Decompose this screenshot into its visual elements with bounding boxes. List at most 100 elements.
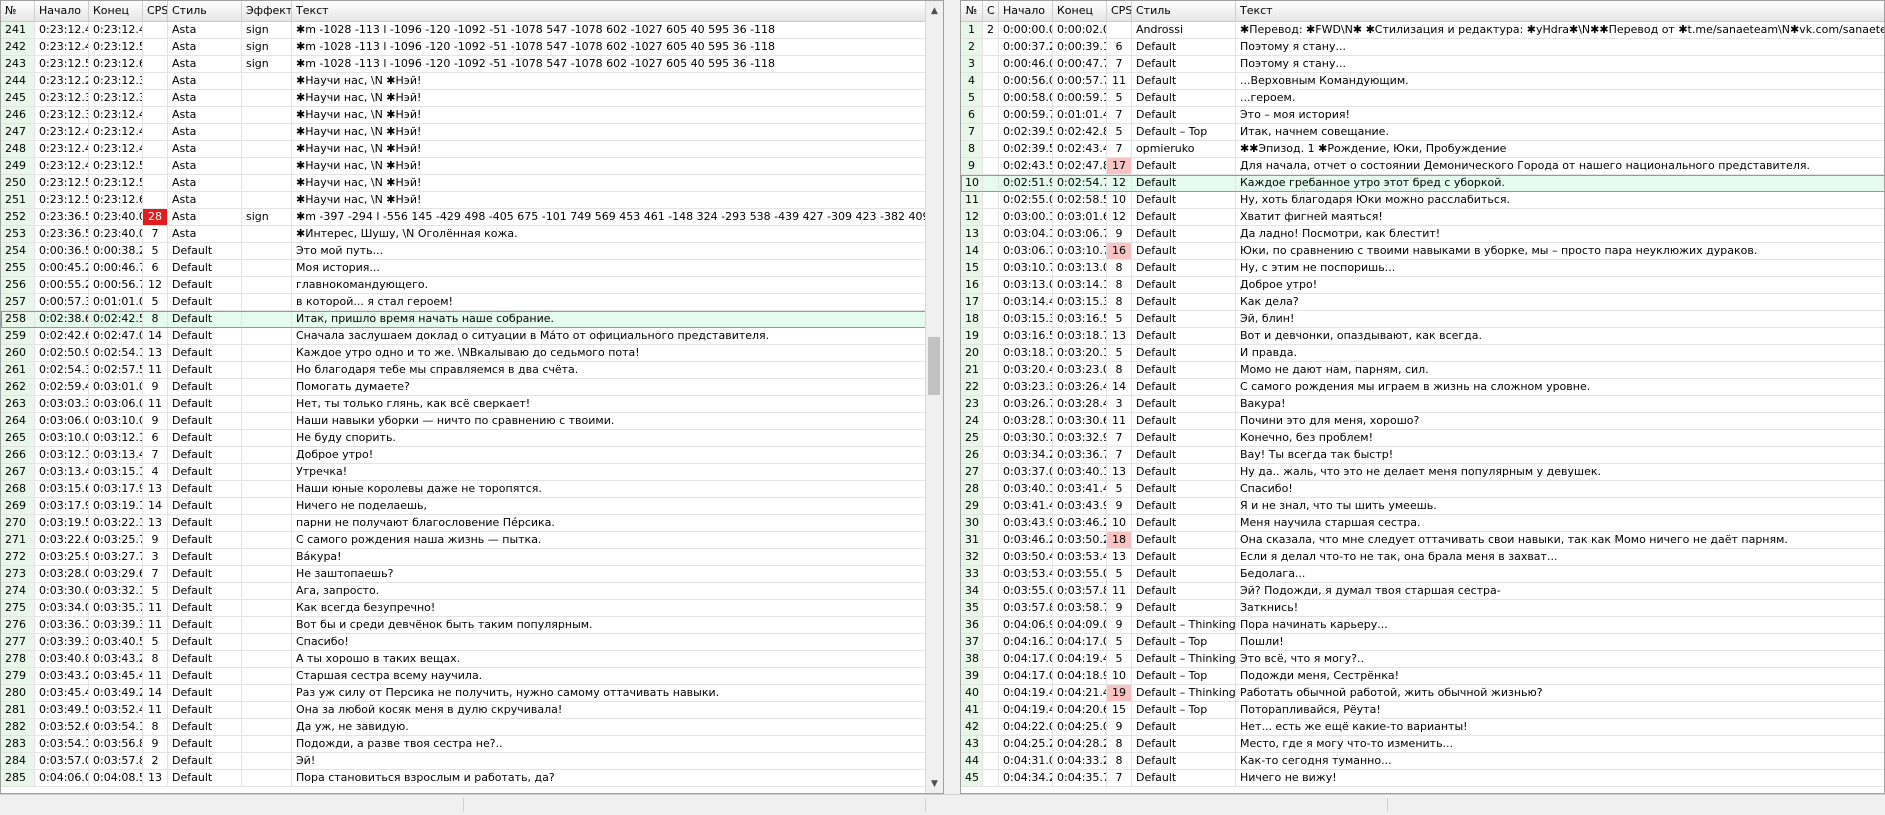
subtitle-row[interactable]: 7 0:02:39.580:02:42.885Default – TopИтак,… bbox=[961, 124, 1884, 141]
subtitle-row[interactable]: 2720:03:25.980:03:27.703Default Вáкура! bbox=[1, 549, 932, 566]
subtitle-row[interactable]: 2820:03:52.600:03:54.188Default Да уж, не… bbox=[1, 719, 932, 736]
subtitle-row[interactable]: 18 0:03:15.330:03:16.505DefaultЭй, блин! bbox=[961, 311, 1884, 328]
header-style[interactable]: Стиль bbox=[1132, 1, 1236, 21]
header-text[interactable]: Текст bbox=[1236, 1, 1884, 21]
header-layer[interactable]: С bbox=[983, 1, 999, 21]
subtitle-row[interactable]: 2650:03:10.040:03:12.156Default Не буду с… bbox=[1, 430, 932, 447]
subtitle-row[interactable]: 50:00:58.080:00:59.175Default...героем. bbox=[961, 90, 1884, 107]
subtitle-row[interactable]: 2510:23:12.570:23:12.66 Asta ✱Научи нас, \… bbox=[1, 192, 932, 209]
subtitle-row[interactable]: 13 0:03:04.130:03:06.799DefaultДа ладно! … bbox=[961, 226, 1884, 243]
header-cps[interactable]: CPS bbox=[143, 1, 168, 21]
subtitle-row[interactable]: 41 0:04:19.420:04:20.6215Default – TopПот… bbox=[961, 702, 1884, 719]
subtitle-row[interactable]: 2550:00:45.260:00:46.746Default Моя истор… bbox=[1, 260, 932, 277]
subtitle-row[interactable]: 25 0:03:30.750:03:32.967DefaultКонечно, б… bbox=[961, 430, 1884, 447]
subtitle-row[interactable]: 43 0:04:25.290:04:28.258DefaultМесто, где… bbox=[961, 736, 1884, 753]
header-cps[interactable]: CPS bbox=[1107, 1, 1132, 21]
subtitle-row[interactable]: 2660:03:12.150:03:13.477Default Доброе ут… bbox=[1, 447, 932, 464]
subtitle-row[interactable]: 2830:03:54.180:03:56.859Default Подожди, … bbox=[1, 736, 932, 753]
subtitle-row[interactable]: 2420:23:12.490:23:12.53 Astasign✱m -1028 … bbox=[1, 39, 932, 56]
subtitle-row[interactable]: 2540:00:36.580:00:38.295Default Это мой п… bbox=[1, 243, 932, 260]
subtitle-row[interactable]: 2700:03:19.580:03:22.1113Default парни не… bbox=[1, 515, 932, 532]
scroll-down-icon[interactable]: ▼ bbox=[926, 776, 943, 793]
subtitle-row[interactable]: 37 0:04:16.130:04:17.085Default – TopПошл… bbox=[961, 634, 1884, 651]
subtitle-row[interactable]: 17 0:03:14.460:03:15.338DefaultКак дела? bbox=[961, 294, 1884, 311]
subtitle-row[interactable]: 2770:03:39.380:03:40.595Default Спасибо! bbox=[1, 634, 932, 651]
subtitle-row[interactable]: 2580:02:38.610:02:42.528Default Итак, при… bbox=[1, 311, 932, 328]
subtitle-row[interactable]: 2760:03:36.180:03:39.3811Default Вот бы и… bbox=[1, 617, 932, 634]
subtitle-row[interactable]: 22 0:03:23.380:03:26.4614DefaultС самого … bbox=[961, 379, 1884, 396]
subtitle-row[interactable]: 33 0:03:53.420:03:55.005DefaultБедолага..… bbox=[961, 566, 1884, 583]
left-scroll-thumb[interactable] bbox=[928, 337, 940, 395]
subtitle-row[interactable]: 2730:03:28.020:03:29.667Default Не заштоп… bbox=[1, 566, 932, 583]
subtitle-row[interactable]: 20 0:03:18.750:03:20.135DefaultИ правда. bbox=[961, 345, 1884, 362]
subtitle-row[interactable]: 28 0:03:40.170:03:41.465DefaultСпасибо! bbox=[961, 481, 1884, 498]
left-subtitle-grid[interactable]: № Начало Конец CPS Стиль Эффект Текст 24… bbox=[1, 1, 932, 787]
subtitle-row[interactable]: 2780:03:40.840:03:43.288Default А ты хоро… bbox=[1, 651, 932, 668]
subtitle-row[interactable]: 38 0:04:17.080:04:19.425Default – Thinkin… bbox=[961, 651, 1884, 668]
header-start[interactable]: Начало bbox=[35, 1, 89, 21]
header-start[interactable]: Начало bbox=[999, 1, 1053, 21]
subtitle-row[interactable]: 31 0:03:46.290:03:50.2118DefaultОна сказа… bbox=[961, 532, 1884, 549]
subtitle-row[interactable]: 2750:03:34.090:03:35.7411Default Как всег… bbox=[1, 600, 932, 617]
subtitle-row[interactable]: 15 0:03:10.790:03:13.048DefaultНу, с этим… bbox=[961, 260, 1884, 277]
header-effect[interactable]: Эффект bbox=[242, 1, 292, 21]
subtitle-row[interactable]: 2610:02:54.320:02:57.5811Default Но благо… bbox=[1, 362, 932, 379]
subtitle-row[interactable]: 26 0:03:34.210:03:36.717DefaultВау! Ты вс… bbox=[961, 447, 1884, 464]
subtitle-row[interactable]: 39 0:04:17.080:04:18.9510Default – TopПод… bbox=[961, 668, 1884, 685]
header-end[interactable]: Конец bbox=[89, 1, 143, 21]
header-number[interactable]: № bbox=[1, 1, 35, 21]
subtitle-row[interactable]: 24 0:03:28.790:03:30.6311DefaultПочини эт… bbox=[961, 413, 1884, 430]
header-text[interactable]: Текст bbox=[292, 1, 932, 21]
subtitle-row[interactable]: 2670:03:13.470:03:15.184Default Утречка! bbox=[1, 464, 932, 481]
subtitle-row[interactable]: 120:03:00.170:03:01.6712DefaultХватит фи… bbox=[961, 209, 1884, 226]
subtitle-row[interactable]: 2490:23:12.490:23:12.53 Asta ✱Научи нас, \… bbox=[1, 158, 932, 175]
subtitle-row[interactable]: 35 0:03:57.880:03:58.719DefaultЗаткнись! bbox=[961, 600, 1884, 617]
subtitle-row[interactable]: 2840:03:57.020:03:57.872Default Эй! bbox=[1, 753, 932, 770]
subtitle-row[interactable]: 27 0:03:37.000:03:40.1713DefaultНу да.. ж… bbox=[961, 464, 1884, 481]
subtitle-row[interactable]: 3 0:00:46.040:00:47.717DefaultПоэтому я с… bbox=[961, 56, 1884, 73]
scroll-up-icon[interactable]: ▲ bbox=[926, 3, 943, 20]
subtitle-row[interactable]: 2790:03:43.280:03:45.4411Default Старшая … bbox=[1, 668, 932, 685]
subtitle-row[interactable]: 9 0:02:43.500:02:47.8817DefaultДля начала… bbox=[961, 158, 1884, 175]
header-style[interactable]: Стиль bbox=[168, 1, 242, 21]
subtitle-row[interactable]: 2850:04:06.080:04:08.5313Default Пора ста… bbox=[1, 770, 932, 787]
subtitle-row[interactable]: 4 0:00:56.040:00:57.7111Default...Верховн… bbox=[961, 73, 1884, 90]
subtitle-row[interactable]: 34 0:03:55.000:03:57.8811DefaultЭй? Подож… bbox=[961, 583, 1884, 600]
subtitle-row[interactable]: 40 0:04:19.420:04:21.4219Default – Thinki… bbox=[961, 685, 1884, 702]
subtitle-row[interactable]: 2480:23:12.450:23:12.49 Asta ✱Научи нас, \… bbox=[1, 141, 932, 158]
subtitle-row[interactable]: 2740:03:30.000:03:32.125Default Ага, запр… bbox=[1, 583, 932, 600]
subtitle-row[interactable]: 2810:03:49.580:03:52.4311Default Она за л… bbox=[1, 702, 932, 719]
subtitle-row[interactable]: 2470:23:12.410:23:12.45 Asta ✱Научи нас, \… bbox=[1, 124, 932, 141]
subtitle-row[interactable]: 2460:23:12.360:23:12.41 Asta ✱Научи нас, \… bbox=[1, 107, 932, 124]
subtitle-row[interactable]: 19 0:03:16.500:03:18.7513DefaultВот и дев… bbox=[961, 328, 1884, 345]
subtitle-row[interactable]: 2570:00:57.300:01:01.015Default в которой… bbox=[1, 294, 932, 311]
subtitle-row[interactable]: 16 0:03:13.040:03:14.178DefaultДоброе утр… bbox=[961, 277, 1884, 294]
subtitle-row[interactable]: 29 0:03:41.460:03:43.929DefaultЯ и не зна… bbox=[961, 498, 1884, 515]
subtitle-row[interactable]: 44 0:04:31.000:04:33.218DefaultКак-то сег… bbox=[961, 753, 1884, 770]
subtitle-row[interactable]: 2600:02:50.980:02:54.1613Default Каждое у… bbox=[1, 345, 932, 362]
subtitle-row[interactable]: 2450:23:12.320:23:12.36 Asta ✱Научи нас, \… bbox=[1, 90, 932, 107]
subtitle-row[interactable]: 2620:02:59.440:03:01.049Default Помогать … bbox=[1, 379, 932, 396]
right-subtitle-grid[interactable]: № С Начало Конец CPS Стиль Текст 1 2 0:00:… bbox=[961, 1, 1884, 787]
subtitle-row[interactable]: 2710:03:22.680:03:25.739Default С самого … bbox=[1, 532, 932, 549]
subtitle-row[interactable]: 2800:03:45.440:03:49.2214Default Раз уж с… bbox=[1, 685, 932, 702]
subtitle-row[interactable]: 2 0:00:37.250:00:39.136DefaultПоэтому я с… bbox=[961, 39, 1884, 56]
subtitle-row[interactable]: 2630:03:03.360:03:06.0611Default Нет, ты … bbox=[1, 396, 932, 413]
subtitle-row[interactable]: 36 0:04:06.960:04:09.049Default – Thinkin… bbox=[961, 617, 1884, 634]
subtitle-row[interactable]: 2680:03:15.680:03:17.9413Default Наши юны… bbox=[1, 481, 932, 498]
header-number[interactable]: № bbox=[961, 1, 983, 21]
left-vertical-scrollbar[interactable]: ▲ ▼ bbox=[925, 1, 943, 793]
subtitle-row[interactable]: 2640:03:06.060:03:10.029Default Наши навы… bbox=[1, 413, 932, 430]
subtitle-row[interactable]: 2560:00:55.280:00:56.7512Default главноко… bbox=[1, 277, 932, 294]
subtitle-row[interactable]: 2440:23:12.280:23:12.32 Asta ✱Научи нас, \… bbox=[1, 73, 932, 90]
pane-splitter[interactable] bbox=[944, 0, 960, 794]
subtitle-row[interactable]: 2530:23:36.560:23:40.067Asta ✱Интерес, Шу… bbox=[1, 226, 932, 243]
subtitle-row[interactable]: 32 0:03:50.460:03:53.4213DefaultЕсли я де… bbox=[961, 549, 1884, 566]
subtitle-row[interactable]: 23 0:03:26.790:03:28.463DefaultВакура! bbox=[961, 396, 1884, 413]
subtitle-row[interactable]: 11 0:02:55.040:02:58.5410DefaultНу, хоть … bbox=[961, 192, 1884, 209]
subtitle-row[interactable]: 120:00:00.000:00:02.00 Androssi✱Перевод: … bbox=[961, 22, 1884, 39]
subtitle-row[interactable]: 2520:23:36.560:23:40.0628Astasign✱m -397… bbox=[1, 209, 932, 226]
subtitle-row[interactable]: 2690:03:17.940:03:19.1414Default Ничего н… bbox=[1, 498, 932, 515]
subtitle-row[interactable]: 2430:23:12.530:23:12.66 Astasign✱m -1028 … bbox=[1, 56, 932, 73]
subtitle-row[interactable]: 14 0:03:06.790:03:10.7916DefaultЮки, по с… bbox=[961, 243, 1884, 260]
